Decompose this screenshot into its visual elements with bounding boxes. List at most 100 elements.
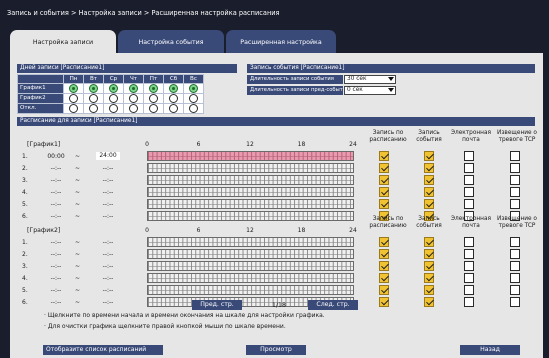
radio-График1-Вт[interactable] [89, 84, 98, 93]
start-time[interactable]: --:-- [44, 201, 68, 208]
radio-График2-Сб[interactable] [169, 94, 178, 103]
radio-График1-Вс[interactable] [189, 84, 198, 93]
start-time[interactable]: --:-- [44, 287, 68, 294]
tcp-alarm-checkbox[interactable] [510, 297, 520, 307]
event-rec-checkbox[interactable] [424, 187, 434, 197]
end-time[interactable]: --:-- [96, 275, 120, 282]
tab-advanced-settings[interactable]: Расширенная настройка [226, 30, 336, 54]
event-rec-checkbox[interactable] [424, 285, 434, 295]
tcp-alarm-checkbox[interactable] [510, 285, 520, 295]
end-time[interactable]: --:-- [96, 213, 120, 220]
schedule-rec-checkbox[interactable] [379, 175, 389, 185]
radio-Откл.-Вт[interactable] [89, 104, 98, 113]
radio-График2-Пт[interactable] [149, 94, 158, 103]
schedule-rec-checkbox[interactable] [379, 285, 389, 295]
radio-Откл.-Ср[interactable] [109, 104, 118, 113]
email-checkbox[interactable] [464, 175, 474, 185]
email-checkbox[interactable] [464, 249, 474, 259]
next-page-button[interactable]: След. стр. [308, 300, 358, 310]
schedule-rec-checkbox[interactable] [379, 163, 389, 173]
schedule-rec-checkbox[interactable] [379, 261, 389, 271]
pre-event-select[interactable]: 0 сек [344, 86, 396, 95]
end-time[interactable]: --:-- [96, 299, 120, 306]
timeline-bar[interactable] [147, 261, 354, 271]
radio-Откл.-Пн[interactable] [69, 104, 78, 113]
schedule-rec-checkbox[interactable] [379, 151, 389, 161]
email-checkbox[interactable] [464, 261, 474, 271]
timeline-bar[interactable] [147, 211, 354, 221]
end-time[interactable]: --:-- [96, 177, 120, 184]
tcp-alarm-checkbox[interactable] [510, 199, 520, 209]
event-duration-select[interactable]: 30 сек [344, 75, 396, 84]
end-time[interactable]: --:-- [96, 251, 120, 258]
schedule-rec-checkbox[interactable] [379, 237, 389, 247]
tcp-alarm-checkbox[interactable] [510, 261, 520, 271]
radio-График1-Сб[interactable] [169, 84, 178, 93]
event-rec-checkbox[interactable] [424, 237, 434, 247]
event-rec-checkbox[interactable] [424, 151, 434, 161]
view-button[interactable]: Просмотр [246, 345, 306, 355]
start-time[interactable]: --:-- [44, 189, 68, 196]
timeline-bar[interactable] [147, 151, 354, 161]
tcp-alarm-checkbox[interactable] [510, 175, 520, 185]
radio-Откл.-Вс[interactable] [189, 104, 198, 113]
start-time[interactable]: --:-- [44, 263, 68, 270]
email-checkbox[interactable] [464, 285, 474, 295]
timeline-bar[interactable] [147, 237, 354, 247]
tcp-alarm-checkbox[interactable] [510, 163, 520, 173]
end-time[interactable]: --:-- [96, 201, 120, 208]
end-time[interactable]: --:-- [96, 189, 120, 196]
timeline-bar[interactable] [147, 199, 354, 209]
timeline-bar[interactable] [147, 249, 354, 259]
tcp-alarm-checkbox[interactable] [510, 151, 520, 161]
event-rec-checkbox[interactable] [424, 175, 434, 185]
radio-График2-Чт[interactable] [129, 94, 138, 103]
radio-Откл.-Чт[interactable] [129, 104, 138, 113]
email-checkbox[interactable] [464, 199, 474, 209]
start-time[interactable]: --:-- [44, 213, 68, 220]
end-time[interactable]: --:-- [96, 239, 120, 246]
event-rec-checkbox[interactable] [424, 273, 434, 283]
email-checkbox[interactable] [464, 163, 474, 173]
email-checkbox[interactable] [464, 273, 474, 283]
timeline-bar[interactable] [147, 187, 354, 197]
start-time[interactable]: --:-- [44, 239, 68, 246]
radio-График2-Вс[interactable] [189, 94, 198, 103]
radio-График1-Чт[interactable] [129, 84, 138, 93]
start-time[interactable]: --:-- [44, 275, 68, 282]
email-checkbox[interactable] [464, 187, 474, 197]
schedule-rec-checkbox[interactable] [379, 187, 389, 197]
timeline-bar[interactable] [147, 163, 354, 173]
end-time[interactable]: --:-- [96, 263, 120, 270]
radio-Откл.-Пт[interactable] [149, 104, 158, 113]
timeline-bar[interactable] [147, 175, 354, 185]
timeline-bar[interactable] [147, 273, 354, 283]
schedule-rec-checkbox[interactable] [379, 273, 389, 283]
start-time[interactable]: --:-- [44, 299, 68, 306]
radio-Откл.-Сб[interactable] [169, 104, 178, 113]
start-time[interactable]: 00:00 [44, 153, 68, 160]
tcp-alarm-checkbox[interactable] [510, 187, 520, 197]
tcp-alarm-checkbox[interactable] [510, 249, 520, 259]
radio-График2-Ср[interactable] [109, 94, 118, 103]
tcp-alarm-checkbox[interactable] [510, 237, 520, 247]
end-time[interactable]: --:-- [96, 287, 120, 294]
end-time[interactable]: 24:00 [96, 152, 120, 160]
schedule-rec-checkbox[interactable] [379, 297, 389, 307]
radio-График2-Вт[interactable] [89, 94, 98, 103]
tab-recording-settings[interactable]: Настройка записи [10, 30, 116, 54]
event-rec-checkbox[interactable] [424, 199, 434, 209]
schedule-rec-checkbox[interactable] [379, 249, 389, 259]
event-rec-checkbox[interactable] [424, 249, 434, 259]
end-time[interactable]: --:-- [96, 165, 120, 172]
event-rec-checkbox[interactable] [424, 297, 434, 307]
radio-График1-Пн[interactable] [69, 84, 78, 93]
tab-event-settings[interactable]: Настройка события [118, 30, 224, 54]
email-checkbox[interactable] [464, 151, 474, 161]
event-rec-checkbox[interactable] [424, 261, 434, 271]
tcp-alarm-checkbox[interactable] [510, 273, 520, 283]
email-checkbox[interactable] [464, 237, 474, 247]
radio-График2-Пн[interactable] [69, 94, 78, 103]
back-button[interactable]: Назад [460, 345, 520, 355]
timeline-bar[interactable] [147, 285, 354, 295]
